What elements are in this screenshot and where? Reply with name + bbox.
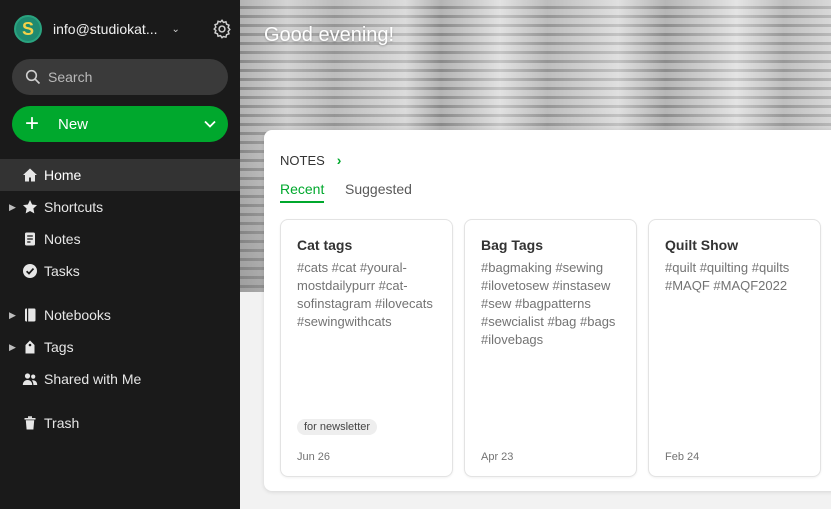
sidebar-item-notebooks[interactable]: ▶ Notebooks <box>0 299 240 331</box>
tab-recent[interactable]: Recent <box>280 181 325 203</box>
note-card-date: Apr 23 <box>481 451 514 463</box>
chevron-right-icon[interactable]: › <box>337 152 342 168</box>
note-card-title: Bag Tags <box>481 237 543 253</box>
sidebar-item-label: Trash <box>44 415 80 431</box>
caret-right-icon[interactable]: ▶ <box>9 310 16 321</box>
chevron-down-icon: ⌄ <box>171 23 180 35</box>
sidebar-item-tags[interactable]: ▶ Tags <box>0 331 240 363</box>
sidebar-item-label: Home <box>44 167 82 183</box>
sidebar-item-shortcuts[interactable]: ▶ Shortcuts <box>0 191 240 223</box>
note-card-snippet: #cats #cat #youral­mostdailypurr #cat­so… <box>297 260 433 329</box>
notes-widget: NOTES › Recent Suggested Cat tags #cats … <box>264 130 831 491</box>
trash-icon <box>24 416 36 430</box>
note-card-title: Quilt Show <box>665 237 739 253</box>
sidebar-item-tasks[interactable]: Tasks <box>0 255 240 287</box>
caret-right-icon[interactable]: ▶ <box>9 202 16 213</box>
note-card[interactable]: Quilt Show #quilt #quilting #quilts #MAQ… <box>648 219 821 477</box>
sidebar-item-label: Notebooks <box>44 307 111 323</box>
sidebar-item-label: Tags <box>44 339 74 355</box>
note-card[interactable]: Cat tags #cats #cat #youral­mostdailypur… <box>280 219 453 477</box>
note-card[interactable]: Bag Tags #bagmaking #sewing #ilovetosew … <box>464 219 637 477</box>
search-input[interactable]: Search <box>12 59 228 95</box>
greeting: Good evening! <box>264 24 395 46</box>
main-area: Good evening! NOTES › Recent Suggested C… <box>240 0 831 509</box>
sidebar-item-shared[interactable]: Shared with Me <box>0 363 240 395</box>
new-button[interactable]: + New <box>12 106 228 142</box>
note-icon <box>25 232 35 246</box>
search-icon <box>25 69 41 85</box>
note-card-title: Cat tags <box>297 237 353 253</box>
note-card-date: Jun 26 <box>297 451 331 463</box>
avatar: S <box>14 15 42 43</box>
note-card-snippet: #bagmaking #sewing #ilovetosew #instasew… <box>481 260 616 347</box>
sidebar-item-trash[interactable]: Trash <box>0 407 240 439</box>
notebook-icon <box>25 308 36 322</box>
note-card-date: Feb 24 <box>665 451 700 463</box>
sidebar-item-label: Tasks <box>44 263 80 279</box>
check-circle-icon <box>23 264 37 278</box>
note-card-tag[interactable]: for newsletter <box>297 419 378 435</box>
home-icon <box>23 168 37 182</box>
new-button-label: New <box>58 115 89 133</box>
star-icon <box>23 200 37 214</box>
sidebar-item-home[interactable]: Home <box>0 159 240 191</box>
tag-icon <box>25 340 35 354</box>
plus-icon: + <box>24 110 39 137</box>
account-email: info@studiokat... <box>53 21 158 37</box>
sidebar-item-label: Shared with Me <box>44 371 142 387</box>
notes-widget-title: NOTES <box>280 152 325 168</box>
note-card-snippet: #quilt #quilting #quilts #MAQF #MAQF2022 <box>665 260 790 293</box>
tab-suggested[interactable]: Suggested <box>345 181 412 201</box>
chevron-down-icon[interactable] <box>203 117 217 131</box>
sidebar-item-label: Shortcuts <box>44 199 104 215</box>
gear-icon[interactable] <box>211 18 233 40</box>
people-icon <box>22 373 38 385</box>
sidebar-item-notes[interactable]: Notes <box>0 223 240 255</box>
caret-right-icon[interactable]: ▶ <box>9 342 16 353</box>
search-placeholder: Search <box>48 69 93 85</box>
sidebar-item-label: Notes <box>44 231 81 247</box>
account-switcher[interactable]: S info@studiokat... ⌄ <box>14 15 228 43</box>
sidebar: S info@studiokat... ⌄ Search + New Home … <box>0 0 240 509</box>
notes-widget-header[interactable]: NOTES › <box>280 152 341 168</box>
